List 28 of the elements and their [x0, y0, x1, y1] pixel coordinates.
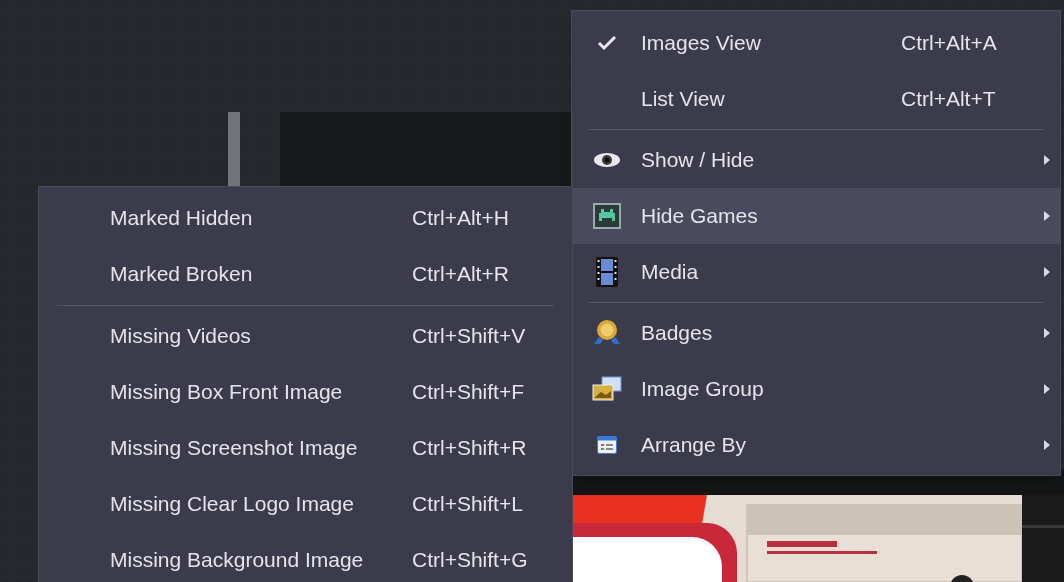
- submenu-arrow-icon: [1044, 155, 1050, 165]
- medal-icon: [592, 319, 621, 347]
- menu-item[interactable]: Media: [572, 244, 1060, 300]
- menu-item[interactable]: Missing Clear Logo Image Ctrl+Shift+L: [39, 476, 572, 532]
- menu-item[interactable]: Marked Hidden Ctrl+Alt+H: [39, 190, 572, 246]
- eye-icon: [592, 152, 621, 168]
- menu-item[interactable]: Missing Background Image Ctrl+Shift+G: [39, 532, 572, 582]
- menu-item[interactable]: List View Ctrl+Alt+T: [572, 71, 1060, 127]
- submenu-arrow-icon: [1044, 440, 1050, 450]
- menu-item[interactable]: Missing Screenshot Image Ctrl+Shift+R: [39, 420, 572, 476]
- menu-item[interactable]: Missing Videos Ctrl+Shift+V: [39, 308, 572, 364]
- menu-item[interactable]: Hide Games: [572, 188, 1060, 244]
- menu-item[interactable]: Show / Hide: [572, 132, 1060, 188]
- menu-item[interactable]: Badges: [572, 305, 1060, 361]
- submenu-arrow-icon: [1044, 328, 1050, 338]
- menu-item[interactable]: Image Group: [572, 361, 1060, 417]
- submenu-arrow-icon: [1044, 384, 1050, 394]
- images-icon: [591, 376, 622, 402]
- submenu-arrow-icon: [1044, 267, 1050, 277]
- submenu-arrow-icon: [1044, 211, 1050, 221]
- film-strip-icon: [595, 257, 618, 287]
- checkmark-icon: [596, 35, 617, 51]
- menu-item[interactable]: Arrange By: [572, 417, 1060, 473]
- menu-item[interactable]: Missing Box Front Image Ctrl+Shift+F: [39, 364, 572, 420]
- alien-icon: [592, 203, 621, 229]
- menu-item[interactable]: Marked Broken Ctrl+Alt+R: [39, 246, 572, 302]
- menu-item[interactable]: Images View Ctrl+Alt+A: [572, 15, 1060, 71]
- list-window-icon: [596, 436, 617, 454]
